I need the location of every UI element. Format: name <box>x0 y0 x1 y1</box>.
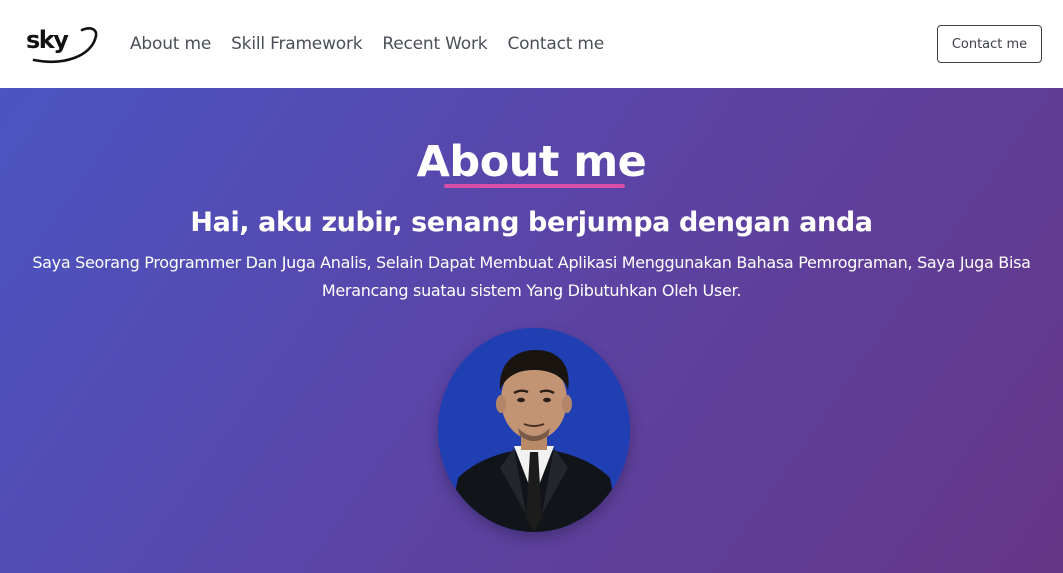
hero-subtitle: Hai, aku zubir, senang berjumpa dengan a… <box>190 207 873 238</box>
title-underline <box>444 184 625 188</box>
nav-link-recent-work[interactable]: Recent Work <box>382 34 487 54</box>
svg-text:sky: sky <box>26 26 69 54</box>
nav-link-contact[interactable]: Contact me <box>507 34 604 54</box>
nav-link-skill-framework[interactable]: Skill Framework <box>231 34 363 54</box>
nav-link-about[interactable]: About me <box>130 34 211 54</box>
profile-photo <box>438 328 630 532</box>
brand-logo[interactable]: sky <box>24 22 100 66</box>
page-title: About me <box>416 137 647 187</box>
main-nav: About me Skill Framework Recent Work Con… <box>130 0 624 88</box>
contact-button[interactable]: Contact me <box>937 25 1042 63</box>
navbar: sky About me Skill Framework Recent Work… <box>0 0 1063 88</box>
about-hero-section: About me Hai, aku zubir, senang berjumpa… <box>0 88 1063 573</box>
hero-description: Saya Seorang Programmer Dan Juga Analis,… <box>32 253 1031 300</box>
